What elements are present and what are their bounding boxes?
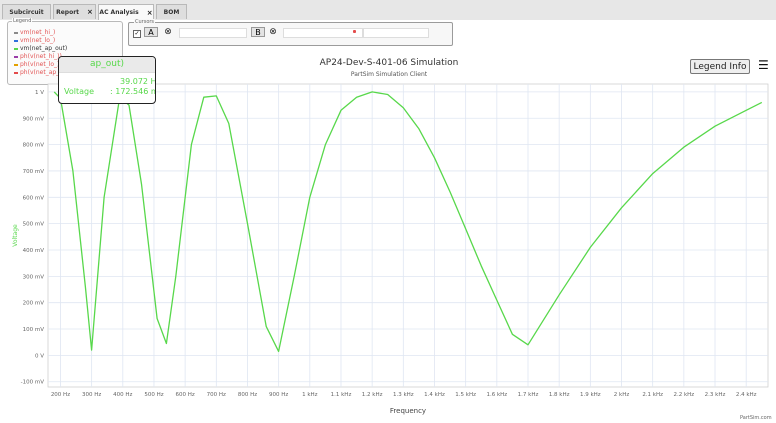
y-tick-label: 100 mV: [23, 327, 45, 333]
x-tick-label: 2.3 kHz: [705, 392, 726, 398]
x-tick-label: 800 Hz: [238, 392, 257, 398]
x-tick-label: 500 Hz: [144, 392, 163, 398]
legend-info-button[interactable]: Legend Info: [690, 59, 750, 74]
x-tick-label: 1.7 kHz: [518, 392, 539, 398]
y-tick-label: 0 V: [35, 353, 44, 359]
x-tick-label: 200 Hz: [51, 392, 70, 398]
menu-icon[interactable]: ☰: [758, 59, 769, 71]
x-tick-label: 600 Hz: [176, 392, 195, 398]
y-tick-label: 800 mV: [23, 143, 45, 149]
y-tick-label: 900 mV: [23, 116, 45, 122]
tooltip-header: ap_out): [59, 57, 155, 73]
x-tick-label: 2.2 kHz: [673, 392, 694, 398]
x-tick-label: 1.6 kHz: [486, 392, 507, 398]
y-tick-label: 400 mV: [23, 248, 45, 254]
x-tick-label: 1 kHz: [302, 392, 318, 398]
tooltip-voltage-value: : 172.546 mV: [110, 87, 155, 96]
chart-title: AP24-Dev-S-401-06 Simulation: [319, 58, 459, 68]
x-tick-label: 400 Hz: [113, 392, 132, 398]
y-tick-label: 600 mV: [23, 195, 45, 201]
x-tick-label: 1.8 kHz: [549, 392, 570, 398]
x-tick-label: 300 Hz: [82, 392, 101, 398]
x-tick-label: 1.3 kHz: [393, 392, 414, 398]
y-tick-label: 500 mV: [23, 222, 45, 228]
watermark: PartSim.com: [740, 415, 772, 421]
x-tick-label: 1.2 kHz: [362, 392, 383, 398]
chart-subtitle: PartSim Simulation Client: [350, 71, 428, 78]
x-tick-label: 1.9 kHz: [580, 392, 601, 398]
x-tick-label: 1.5 kHz: [455, 392, 476, 398]
y-tick-label: -100 mV: [21, 380, 45, 386]
y-tick-label: 1 V: [35, 90, 44, 96]
x-tick-label: 700 Hz: [207, 392, 226, 398]
x-tick-label: 1.1 kHz: [331, 392, 352, 398]
y-tick-label: 200 mV: [23, 301, 45, 307]
y-tick-label: 700 mV: [23, 169, 45, 175]
x-tick-label: 2.1 kHz: [642, 392, 663, 398]
plot-area: [47, 83, 769, 388]
x-tick-label: 900 Hz: [269, 392, 288, 398]
cursor-tooltip: ap_out) 39.072 Hz Voltage : 172.546 mV: [58, 56, 156, 104]
x-axis-label: Frequency: [390, 407, 426, 415]
tooltip-frequency: 39.072 Hz: [120, 77, 156, 86]
x-tick-label: 2.4 kHz: [736, 392, 757, 398]
x-tick-label: 2 kHz: [614, 392, 630, 398]
x-tick-label: 1.4 kHz: [424, 392, 445, 398]
y-axis-label: Voltage: [12, 224, 19, 247]
y-tick-label: 300 mV: [23, 274, 45, 280]
tooltip-voltage-label: Voltage: [64, 87, 95, 96]
